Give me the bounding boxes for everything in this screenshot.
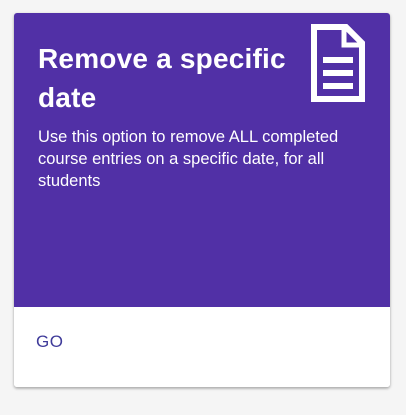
card-actions: GO <box>14 307 390 387</box>
document-icon <box>311 24 365 102</box>
go-button[interactable]: GO <box>24 324 75 360</box>
card-title: Remove a specific date <box>38 43 286 113</box>
remove-date-card: Remove a specific date Use this option t… <box>14 13 390 387</box>
card-header: Remove a specific date Use this option t… <box>14 13 390 307</box>
card-description: Use this option to remove ALL completed … <box>38 128 339 190</box>
